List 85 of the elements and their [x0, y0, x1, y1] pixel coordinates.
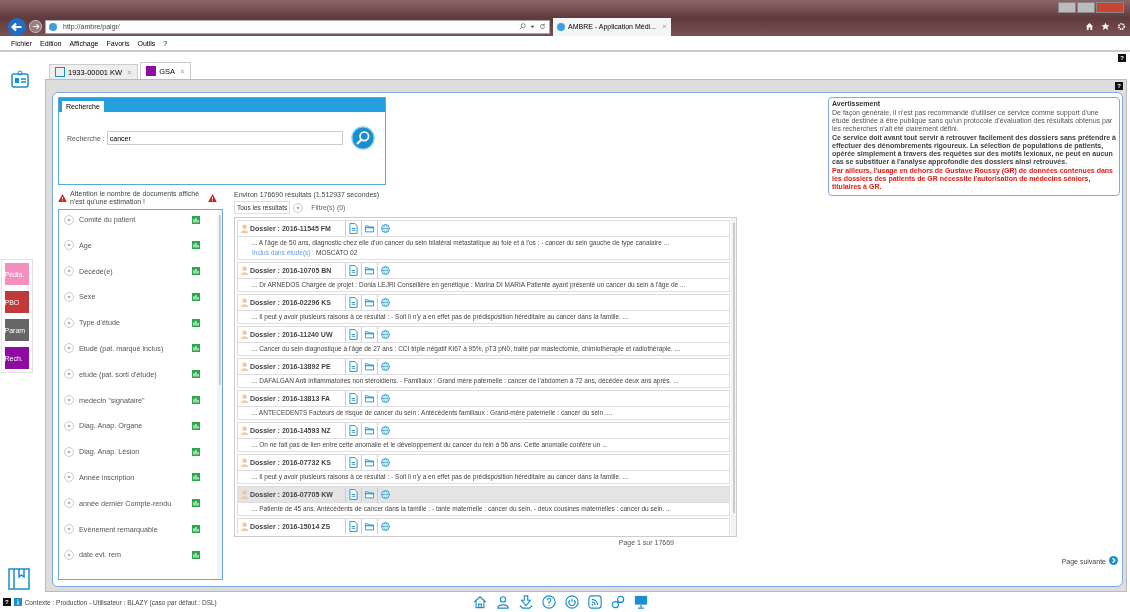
expand-button[interactable]	[64, 446, 74, 457]
expand-button[interactable]	[64, 240, 74, 251]
folder-icon[interactable]	[361, 487, 377, 502]
expand-button[interactable]	[64, 498, 74, 509]
folder-icon[interactable]	[361, 295, 377, 310]
person-icon	[241, 298, 248, 307]
person-icon	[241, 224, 248, 233]
expand-button[interactable]	[64, 317, 74, 328]
expand-button[interactable]	[64, 343, 74, 354]
search-icon[interactable]	[519, 23, 526, 30]
expand-button[interactable]	[64, 369, 74, 380]
person-icon	[241, 490, 248, 499]
maximize-button[interactable]	[1077, 2, 1095, 13]
bar-chart-icon[interactable]	[192, 447, 200, 456]
person-icon	[241, 362, 248, 371]
folder-icon[interactable]	[361, 327, 377, 342]
scrollbar[interactable]	[731, 218, 736, 536]
bar-chart-icon[interactable]	[192, 292, 200, 301]
person-icon	[241, 522, 248, 531]
expand-button[interactable]	[64, 549, 74, 560]
person-icon	[241, 330, 248, 339]
expand-button[interactable]	[64, 524, 74, 535]
rss-icon[interactable]	[588, 595, 602, 609]
id-card-icon[interactable]	[9, 69, 30, 89]
warning-icon	[208, 194, 217, 202]
next-arrow-icon[interactable]	[1109, 556, 1118, 565]
document-icon[interactable]	[345, 455, 361, 470]
folder-icon[interactable]	[361, 391, 377, 406]
person-icon	[241, 426, 248, 435]
bar-chart-icon[interactable]	[192, 421, 200, 430]
folder-icon[interactable]	[361, 423, 377, 438]
bar-chart-icon[interactable]	[192, 525, 200, 534]
help-icon[interactable]	[542, 595, 556, 609]
link-icon[interactable]	[611, 595, 625, 609]
refresh-icon[interactable]	[539, 23, 546, 30]
expand-button[interactable]	[64, 395, 74, 406]
bar-chart-icon[interactable]	[192, 267, 200, 276]
expand-button[interactable]	[64, 291, 74, 302]
folder-icon[interactable]	[361, 263, 377, 278]
document-icon[interactable]	[345, 519, 361, 534]
download-icon[interactable]	[519, 595, 533, 609]
expand-button[interactable]	[64, 472, 74, 483]
document-icon[interactable]	[345, 263, 361, 278]
bar-chart-icon[interactable]	[192, 215, 200, 224]
document-icon[interactable]	[345, 327, 361, 342]
expand-button[interactable]	[64, 214, 74, 225]
monitor-icon[interactable]	[634, 595, 648, 609]
star-icon[interactable]	[1101, 22, 1110, 31]
back-button[interactable]	[8, 17, 26, 36]
caret-icon[interactable]	[529, 23, 536, 30]
forward-button[interactable]	[29, 20, 42, 33]
power-icon[interactable]	[565, 595, 579, 609]
user-icon[interactable]	[496, 595, 510, 609]
document-icon[interactable]	[345, 487, 361, 502]
search-button[interactable]	[350, 126, 375, 150]
bar-chart-icon[interactable]	[192, 473, 200, 482]
warning-icon	[58, 194, 67, 202]
bar-chart-icon[interactable]	[192, 344, 200, 353]
folder-icon[interactable]	[361, 221, 377, 236]
folder-icon[interactable]	[361, 359, 377, 374]
document-icon[interactable]	[345, 391, 361, 406]
document-icon[interactable]	[345, 423, 361, 438]
scrollbar[interactable]	[217, 210, 222, 579]
bar-chart-icon[interactable]	[192, 499, 200, 508]
minimize-button[interactable]	[1058, 2, 1076, 13]
bar-chart-icon[interactable]	[192, 241, 200, 250]
document-icon[interactable]	[345, 221, 361, 236]
bar-chart-icon[interactable]	[192, 550, 200, 559]
expand-button[interactable]	[64, 420, 74, 431]
person-icon	[241, 394, 248, 403]
person-icon	[241, 266, 248, 275]
book-icon[interactable]	[7, 568, 30, 590]
folder-icon[interactable]	[361, 455, 377, 470]
bar-chart-icon[interactable]	[192, 370, 200, 379]
expand-button[interactable]	[293, 202, 304, 213]
document-icon[interactable]	[345, 359, 361, 374]
settings-icon[interactable]	[1117, 22, 1126, 31]
home-icon[interactable]	[1085, 22, 1094, 31]
bar-chart-icon[interactable]	[192, 318, 200, 327]
person-icon	[241, 458, 248, 467]
bar-chart-icon[interactable]	[192, 396, 200, 405]
folder-icon[interactable]	[361, 519, 377, 534]
expand-button[interactable]	[64, 266, 74, 277]
info-icon[interactable]	[13, 598, 22, 606]
document-icon[interactable]	[345, 295, 361, 310]
